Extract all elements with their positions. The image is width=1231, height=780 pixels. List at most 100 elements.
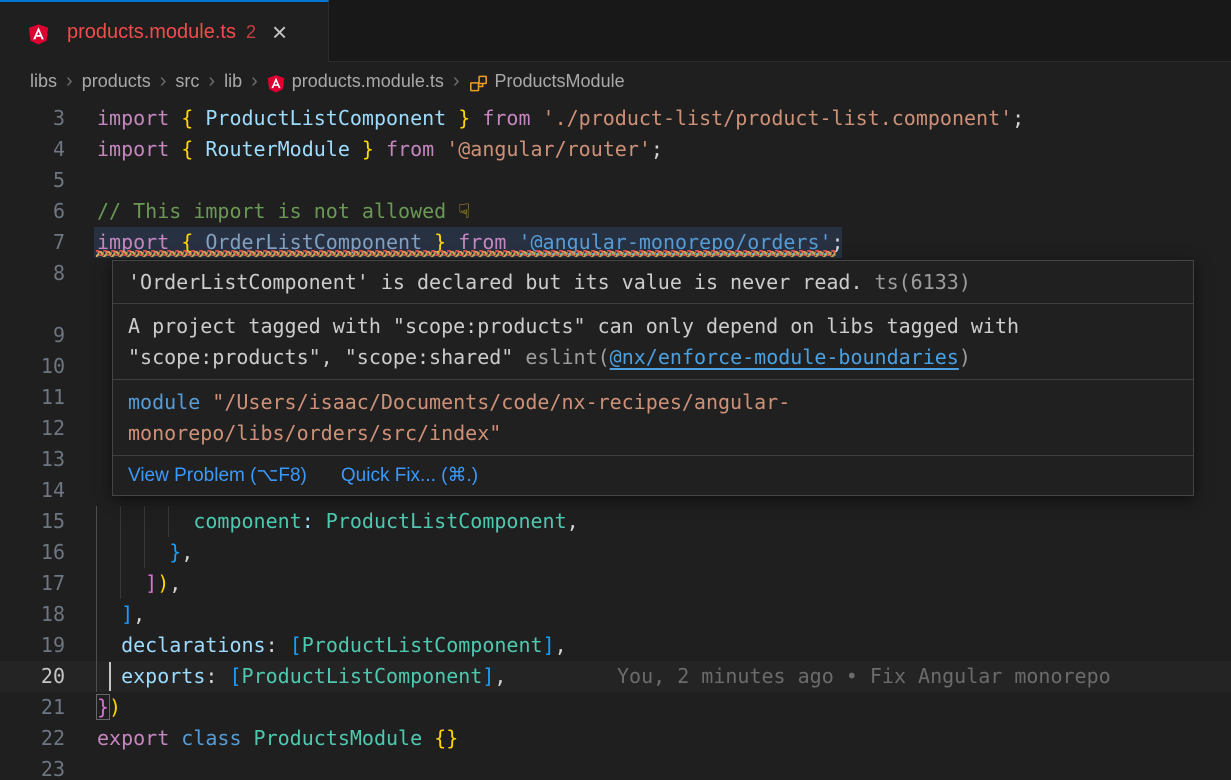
code-token: './product-list/product-list.component' <box>543 106 1013 130</box>
ts-diagnostic-message: 'OrderListComponent' is declared but its… <box>128 270 863 294</box>
line-number[interactable]: 13 <box>0 444 65 475</box>
code-token: ) <box>109 695 121 719</box>
tab-products-module[interactable]: products.module.ts 2 × <box>0 0 329 62</box>
code-token: component <box>193 509 301 533</box>
code-token: ProductListComponent <box>302 633 543 657</box>
code-line[interactable]: 23 <box>0 754 1231 780</box>
line-number[interactable]: 16 <box>0 537 65 568</box>
line-number[interactable] <box>0 289 65 320</box>
code-token: {} <box>434 726 458 750</box>
code-token: ProductListComponent <box>242 664 483 688</box>
code-text: import { RouterModule } from '@angular/r… <box>97 134 663 165</box>
diagnostic-hover-popup: 'OrderListComponent' is declared but its… <box>112 260 1194 496</box>
tab-title: products.module.ts <box>67 21 236 44</box>
ts-diagnostic-source: ts(6133) <box>863 270 971 294</box>
line-number[interactable]: 8 <box>0 258 65 289</box>
code-text: import { ProductListComponent } from './… <box>97 103 1024 134</box>
code-token <box>97 633 121 657</box>
code-line[interactable]: 21}) <box>0 692 1231 723</box>
line-number[interactable]: 21 <box>0 692 65 723</box>
code-token: } <box>169 540 181 564</box>
code-line[interactable]: 16 }, <box>0 537 1231 568</box>
angular-icon <box>267 74 285 93</box>
code-text: }, <box>97 537 193 568</box>
code-text: component: ProductListComponent, <box>97 506 579 537</box>
chevron-right-icon: › <box>453 70 460 93</box>
code-line[interactable]: 15 component: ProductListComponent, <box>0 506 1231 537</box>
eslint-rule-link[interactable]: @nx/enforce-module-boundaries <box>610 345 959 369</box>
line-number[interactable]: 11 <box>0 382 65 413</box>
code-editor[interactable]: 3 import { ProductListComponent } from '.… <box>0 100 1231 780</box>
tab-bar: products.module.ts 2 × <box>0 0 1231 62</box>
code-line[interactable]: 22export class ProductsModule {} <box>0 723 1231 754</box>
line-number[interactable]: 20 <box>0 661 65 692</box>
code-line[interactable]: 17 ]), <box>0 568 1231 599</box>
code-token: import <box>97 137 181 161</box>
code-token: ☟ <box>458 199 470 223</box>
line-number[interactable]: 23 <box>0 754 65 780</box>
code-line[interactable]: 5 <box>0 165 1231 196</box>
code-token: , <box>567 509 579 533</box>
code-line[interactable]: 19 declarations: [ProductListComponent], <box>0 630 1231 661</box>
breadcrumb-item-symbol[interactable]: ProductsModule <box>495 71 625 92</box>
tab-bar-divider <box>329 61 1231 62</box>
quick-fix-action[interactable]: Quick Fix... (⌘.) <box>341 464 478 487</box>
line-number[interactable]: 15 <box>0 506 65 537</box>
line-number[interactable]: 7 <box>0 227 65 258</box>
breadcrumb-item-lib[interactable]: lib <box>224 71 242 92</box>
module-path-line2: monorepo/libs/orders/src/index" <box>128 421 501 445</box>
code-line[interactable]: 18 ], <box>0 599 1231 630</box>
code-token: , <box>169 571 181 595</box>
code-token: , <box>133 602 145 626</box>
text-cursor <box>109 662 111 691</box>
code-token: export <box>97 726 181 750</box>
tab-problem-count-badge: 2 <box>246 22 256 43</box>
chevron-right-icon: › <box>66 70 73 93</box>
chevron-right-icon: › <box>208 70 215 93</box>
code-token: } <box>97 695 109 719</box>
code-token: } <box>458 106 470 130</box>
code-line[interactable]: 6// This import is not allowed ☟ <box>0 196 1231 227</box>
module-info-section: module "/Users/isaac/Documents/code/nx-r… <box>113 380 1193 456</box>
code-token: '@angular/router' <box>446 137 651 161</box>
code-token: class <box>181 726 253 750</box>
line-number[interactable]: 3 <box>0 103 65 134</box>
code-token <box>97 602 121 626</box>
breadcrumb-item-libs[interactable]: libs <box>30 71 57 92</box>
code-token: : <box>266 633 290 657</box>
code-token: ) <box>157 571 169 595</box>
eslint-source-suffix: ) <box>959 345 971 369</box>
line-number[interactable]: 12 <box>0 413 65 444</box>
line-number[interactable]: 17 <box>0 568 65 599</box>
line-number[interactable]: 10 <box>0 351 65 382</box>
code-token: { <box>181 106 193 130</box>
module-keyword: module <box>128 390 200 414</box>
code-line[interactable]: 3 import { ProductListComponent } from '.… <box>0 103 1231 134</box>
line-number[interactable]: 19 <box>0 630 65 661</box>
line-number[interactable]: 22 <box>0 723 65 754</box>
code-token: , <box>181 540 193 564</box>
line-number[interactable]: 4 <box>0 134 65 165</box>
breadcrumb-item-src[interactable]: src <box>175 71 199 92</box>
code-text: declarations: [ProductListComponent], <box>97 630 567 661</box>
eslint-diagnostic-section: A project tagged with "scope:products" c… <box>113 304 1193 380</box>
code-token: , <box>555 633 567 657</box>
code-text: ], <box>97 599 145 630</box>
code-token <box>97 571 145 595</box>
line-number[interactable]: 5 <box>0 165 65 196</box>
code-token: declarations <box>121 633 266 657</box>
line-number[interactable]: 9 <box>0 320 65 351</box>
line-number[interactable]: 18 <box>0 599 65 630</box>
view-problem-action[interactable]: View Problem (⌥F8) <box>128 464 307 487</box>
code-line[interactable]: 4 import { RouterModule } from '@angular/… <box>0 134 1231 165</box>
code-token: } <box>362 137 374 161</box>
code-line[interactable]: 20 exports: [ProductListComponent],You, … <box>0 661 1231 692</box>
close-icon[interactable]: × <box>272 22 287 42</box>
breadcrumb-item-products[interactable]: products <box>82 71 151 92</box>
line-number[interactable]: 14 <box>0 475 65 506</box>
breadcrumb-item-file[interactable]: products.module.ts <box>292 71 444 92</box>
line-number[interactable]: 6 <box>0 196 65 227</box>
eslint-diagnostic-line2: "scope:products", "scope:shared" <box>128 345 525 369</box>
code-token <box>314 509 326 533</box>
code-token: , <box>494 664 506 688</box>
